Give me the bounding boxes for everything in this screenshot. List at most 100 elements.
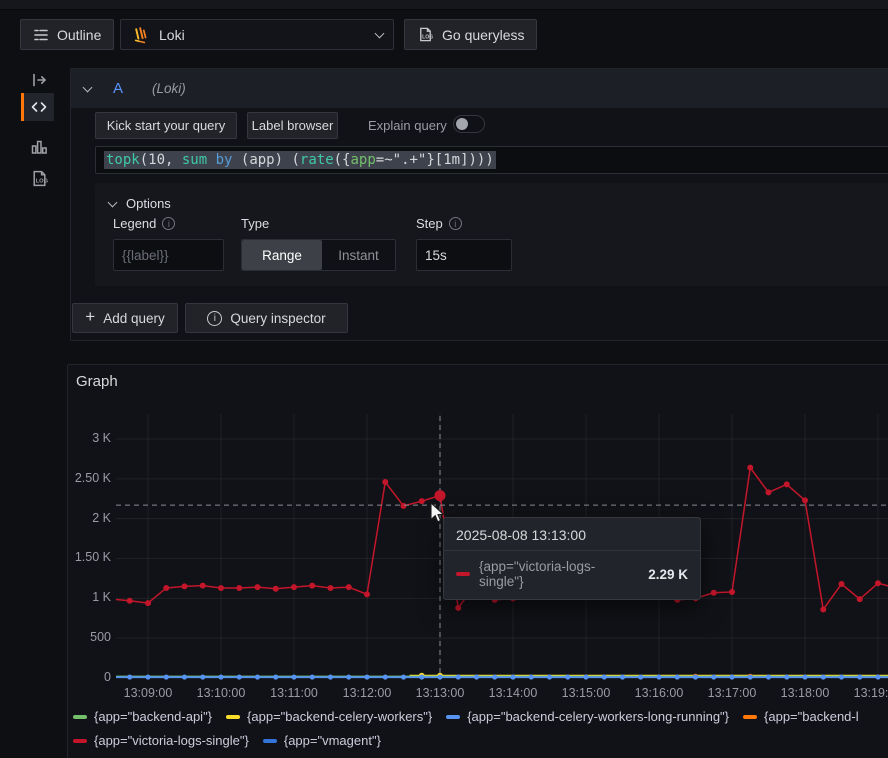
query-datasource-hint: (Loki)	[152, 81, 186, 96]
type-option-range[interactable]: Range	[242, 240, 322, 270]
query-code-input[interactable]: topk(10, sum by (app) (rate({app=~".+"}[…	[95, 146, 888, 174]
legend-item[interactable]: {app="backend-api"}	[73, 709, 212, 724]
x-axis-tick: 13:17:00	[707, 686, 757, 700]
loki-logo	[134, 26, 147, 43]
legend-label-text: Legend	[113, 216, 157, 231]
x-axis-tick: 13:16:00	[634, 686, 684, 700]
options-collapse-toggle[interactable]: Options	[107, 196, 171, 211]
x-axis-tick: 13:14:00	[488, 686, 538, 700]
chart-legend-row: {app="backend-api"} {app="backend-celery-…	[73, 709, 859, 724]
query-row-header[interactable]: A (Loki)	[71, 69, 888, 108]
y-axis-tick: 2 K	[92, 510, 111, 525]
info-circle-icon: i	[207, 310, 223, 326]
logs-document-icon: LOG	[420, 27, 433, 42]
legend-label: {app="backend-l	[764, 709, 859, 724]
query-token-label: app	[350, 152, 376, 168]
kick-start-label: Kick start your query	[106, 118, 226, 133]
legend-field-label: Legend i	[113, 216, 176, 231]
legend-item[interactable]: {app="backend-celery-workers-long-runnin…	[446, 709, 729, 724]
outline-label: Outline	[57, 26, 102, 43]
legend-swatch	[73, 714, 87, 719]
x-axis-tick: 13:12:00	[342, 686, 392, 700]
query-inspector-label: Query inspector	[230, 310, 326, 326]
sidebar-item-chart[interactable]	[24, 133, 54, 161]
step-label-text: Step	[416, 216, 443, 231]
query-token-string: ".+"	[392, 152, 427, 168]
datasource-name: Loki	[159, 26, 185, 43]
label-browser-label: Label browser	[251, 118, 334, 133]
legend-swatch	[226, 714, 241, 719]
query-token-plain: }[1m])))	[426, 152, 494, 168]
outline-button[interactable]: Outline	[20, 19, 115, 50]
type-label-text: Type	[241, 216, 270, 231]
query-editor-panel: A (Loki) Kick start your query Label bro…	[70, 68, 888, 341]
chart-tooltip: 2025-08-08 13:13:00 {app="victoria-logs-…	[443, 517, 701, 600]
x-axis-tick: 13:15:00	[561, 686, 611, 700]
sidebar-item-logs[interactable]: LOG	[24, 164, 54, 192]
query-token-function: sum	[181, 152, 208, 168]
grafana-explore-page: Outline Loki LOG Go queryless LOG A (Lok…	[0, 0, 888, 758]
datasource-picker[interactable]: Loki	[120, 19, 394, 50]
legend-input[interactable]: {{label}}	[113, 239, 224, 271]
explain-query-toggle[interactable]	[453, 115, 485, 133]
code-icon	[31, 102, 47, 112]
label-browser-button[interactable]: Label browser	[247, 112, 338, 139]
query-token-plain	[207, 152, 215, 168]
add-query-label: Add query	[103, 310, 165, 326]
x-axis-tick: 13:13:00	[415, 686, 465, 700]
svg-text:LOG: LOG	[35, 178, 48, 184]
y-axis-tick: 3 K	[92, 430, 111, 445]
sidebar-item-expand[interactable]	[24, 66, 54, 94]
legend-item[interactable]: {app="vmagent"}	[262, 733, 381, 748]
legend-label: {app="backend-api"}	[94, 709, 213, 724]
query-token-function: topk	[106, 152, 140, 168]
add-query-button[interactable]: + Add query	[72, 303, 178, 333]
x-axis-tick: 13:19:00	[853, 686, 888, 700]
legend-swatch	[262, 738, 277, 743]
query-token-plain: ({	[333, 152, 351, 168]
y-axis-tick: 500	[90, 630, 111, 645]
collapse-chevron-icon[interactable]	[82, 82, 93, 92]
chevron-down-icon	[374, 28, 385, 38]
tooltip-series-swatch	[456, 572, 470, 576]
x-axis-tick: 13:09:00	[123, 686, 173, 700]
query-text: topk(10, sum by (app) (rate({app=~".+"}[…	[104, 151, 496, 169]
tooltip-timestamp: 2025-08-08 13:13:00	[444, 518, 700, 551]
options-chevron-icon	[107, 197, 118, 207]
y-axis-tick: 1.50 K	[74, 550, 111, 565]
x-axis-tick: 13:10:00	[196, 686, 246, 700]
y-axis-tick: 0	[104, 670, 111, 684]
type-option-instant[interactable]: Instant	[322, 240, 395, 270]
query-token-plain: =~	[375, 152, 393, 168]
info-icon[interactable]: i	[162, 217, 176, 230]
go-queryless-button[interactable]: LOG Go queryless	[404, 19, 538, 50]
kick-start-query-button[interactable]: Kick start your query	[95, 112, 237, 139]
y-axis-tick: 2.50 K	[74, 470, 111, 485]
query-token-plain: (app) (	[232, 152, 300, 168]
query-inspector-button[interactable]: i Query inspector	[185, 303, 348, 333]
legend-item[interactable]: {app="victoria-logs-single"}	[73, 733, 249, 748]
toggle-knob	[456, 118, 468, 130]
go-queryless-label: Go queryless	[442, 26, 525, 43]
svg-text:LOG: LOG	[422, 34, 433, 40]
type-segmented-control: Range Instant	[241, 239, 396, 271]
top-edge-strip	[0, 0, 888, 10]
legend-label: {app="backend-celery-workers"}	[247, 709, 433, 724]
pane-expand-icon	[33, 73, 47, 87]
info-icon[interactable]: i	[448, 217, 462, 230]
legend-item[interactable]: {app="backend-celery-workers"}	[226, 709, 432, 724]
legend-swatch	[73, 738, 87, 743]
legend-item[interactable]: {app="backend-l	[743, 709, 859, 724]
query-token-function: rate	[299, 152, 334, 168]
chart-legend-row: {app="victoria-logs-single"} {app="vmagen…	[73, 733, 381, 748]
tooltip-series-value: 2.29 K	[648, 566, 688, 582]
mouse-cursor	[427, 501, 449, 525]
query-token-plain: (10,	[139, 152, 182, 168]
explain-query-label: Explain query	[368, 118, 447, 133]
query-ref-id: A	[113, 80, 124, 97]
legend-swatch	[446, 714, 461, 719]
sidebar-item-code[interactable]	[21, 93, 54, 121]
step-input[interactable]: 15s	[416, 239, 512, 271]
query-options-section: Options Legend i {{label}} Type Range In…	[95, 183, 888, 286]
query-token-keyword: by	[215, 152, 233, 168]
